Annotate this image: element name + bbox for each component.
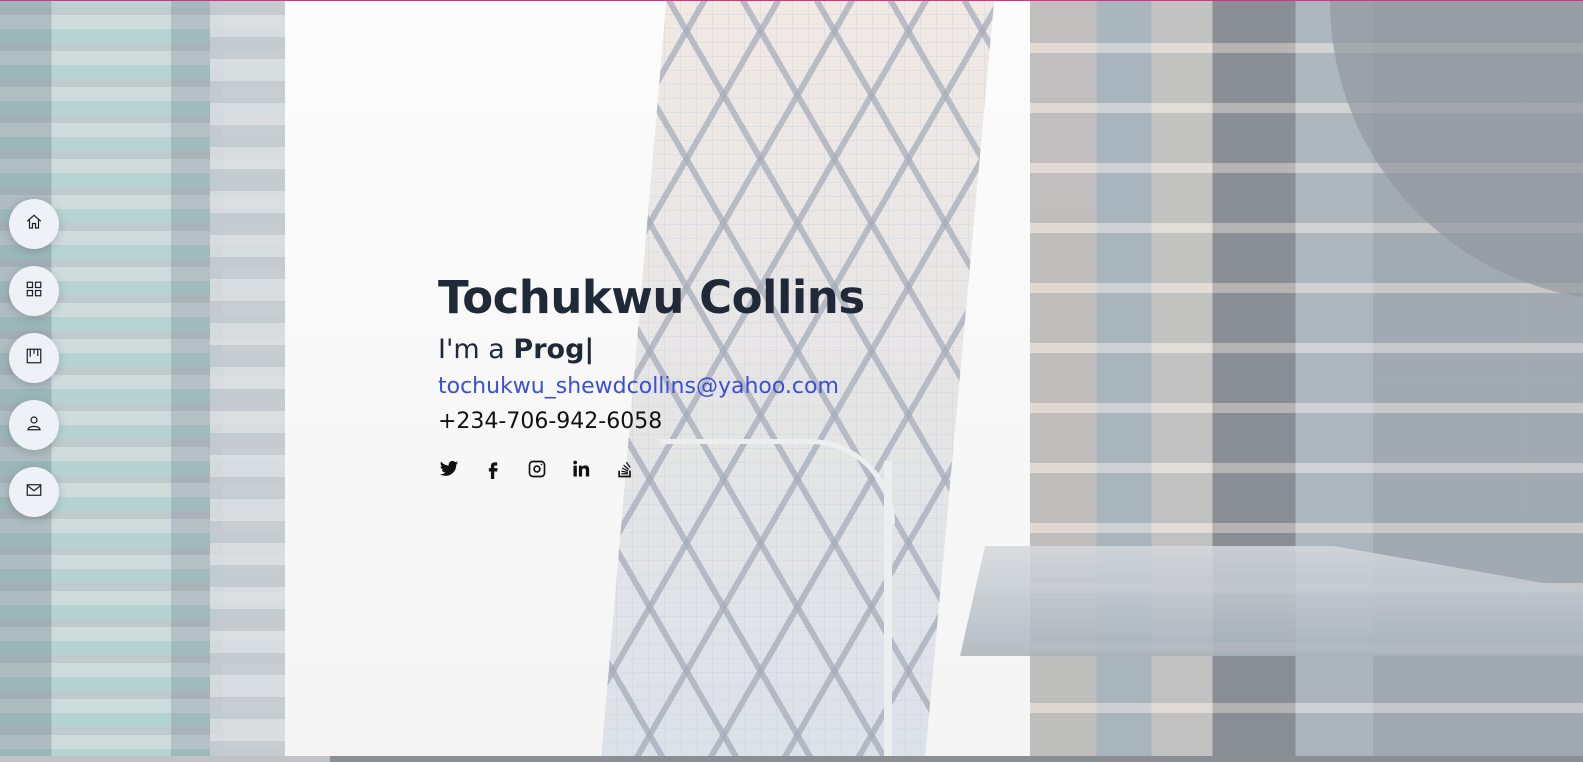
instagram-link[interactable]	[526, 460, 548, 482]
grid-icon	[25, 280, 43, 302]
mail-icon	[25, 481, 43, 503]
nav-resume-button[interactable]	[9, 266, 59, 316]
stackoverflow-link[interactable]	[614, 460, 636, 482]
kanban-icon	[25, 347, 43, 369]
hero-name: Tochukwu Collins	[438, 271, 865, 324]
tagline-prefix: I'm a	[438, 334, 505, 365]
hero-tagline: I'm a Prog|	[438, 333, 865, 367]
hero-content: Tochukwu Collins I'm a Prog| tochukwu_sh…	[438, 271, 865, 482]
social-links	[438, 460, 865, 482]
facebook-icon	[483, 459, 503, 483]
facebook-link[interactable]	[482, 460, 504, 482]
linkedin-icon	[571, 459, 591, 483]
home-icon	[25, 213, 43, 235]
twitter-icon	[439, 459, 459, 483]
nav-portfolio-button[interactable]	[9, 333, 59, 383]
hero-section: Tochukwu Collins I'm a Prog| tochukwu_sh…	[0, 0, 1583, 762]
side-navigation	[9, 199, 59, 517]
phone-number: +234-706-942-6058	[438, 409, 663, 434]
stackoverflow-icon	[615, 459, 635, 483]
email-link[interactable]: tochukwu_shewdcollins@yahoo.com	[438, 371, 865, 403]
twitter-link[interactable]	[438, 460, 460, 482]
nav-home-button[interactable]	[9, 199, 59, 249]
tagline-typed-text: Prog|	[513, 334, 595, 365]
nav-contact-button[interactable]	[9, 467, 59, 517]
linkedin-link[interactable]	[570, 460, 592, 482]
nav-about-button[interactable]	[9, 400, 59, 450]
person-icon	[25, 414, 43, 436]
instagram-icon	[527, 459, 547, 483]
